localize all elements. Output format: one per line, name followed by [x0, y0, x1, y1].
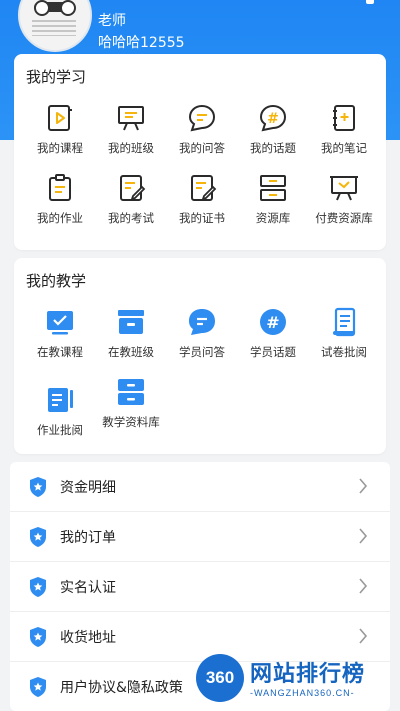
learning-item-label: 我的作业 [37, 211, 83, 225]
chevron-right-icon [359, 528, 368, 544]
learning-item-notes[interactable]: 我的笔记 [307, 102, 381, 156]
username: 哈哈哈12555 [98, 35, 185, 51]
shield-icon [30, 477, 46, 497]
teaching-title: 我的教学 [26, 272, 87, 290]
learning-item-homework[interactable]: 我的作业 [23, 172, 97, 226]
teaching-item-label: 试卷批阅 [321, 345, 367, 359]
paid-resource-icon [330, 176, 358, 201]
svg-text:#: # [266, 313, 279, 332]
teaching-item-label: 在教班级 [108, 345, 154, 359]
header-indicator-icon [366, 0, 374, 4]
learning-item-label: 付费资源库 [315, 211, 373, 225]
menu-item-verification[interactable]: 实名认证 [10, 562, 390, 612]
certificate-icon [191, 175, 217, 201]
resource-icon [260, 175, 286, 201]
learning-item-topic[interactable]: # 我的话题 [236, 102, 310, 156]
watermark-subtext: -WANGZHAN360.CN- [250, 688, 355, 698]
teaching-item-label: 在教课程 [37, 345, 83, 359]
learning-item-label: 资源库 [255, 211, 291, 225]
teaching-library-icon [118, 379, 144, 405]
menu-item-label: 我的订单 [60, 530, 116, 546]
teaching-item-label: 教学资料库 [102, 415, 160, 429]
learning-item-resource[interactable]: 资源库 [236, 172, 310, 226]
shield-icon [30, 627, 46, 647]
chevron-right-icon [359, 628, 368, 644]
teaching-item-label: 学员问答 [179, 345, 225, 359]
exam-icon [120, 175, 146, 201]
svg-text:#: # [267, 111, 279, 127]
qa-icon [188, 104, 216, 132]
teaching-item-student-topic[interactable]: # 学员话题 [236, 306, 310, 360]
student-qa-icon [189, 309, 215, 335]
learning-card: 我的学习 我的课程 我的班级 我的问答 # 我的话题 我的笔记 我的作业 我的考… [14, 54, 386, 250]
paper-review-icon [333, 307, 356, 337]
learning-item-label: 我的班级 [108, 141, 154, 155]
chevron-right-icon [359, 478, 368, 494]
site-watermark: 360 网站排行榜 -WANGZHAN360.CN- [196, 652, 400, 711]
teaching-item-paper-review[interactable]: 试卷批阅 [307, 306, 381, 360]
notes-icon [333, 105, 355, 131]
teaching-card: 我的教学 在教课程 在教班级 学员问答 # 学员话题 试卷批阅 作业批阅 教学资… [14, 258, 386, 454]
learning-item-exam[interactable]: 我的考试 [94, 172, 168, 226]
teaching-item-class[interactable]: 在教班级 [94, 306, 168, 360]
menu-item-orders[interactable]: 我的订单 [10, 512, 390, 562]
teaching-item-homework-review[interactable]: 作业批阅 [23, 384, 97, 438]
teaching-course-icon [47, 311, 73, 335]
topic-icon: # [259, 104, 287, 132]
class-icon [118, 106, 144, 131]
chevron-right-icon [359, 578, 368, 594]
teaching-item-label: 作业批阅 [37, 423, 83, 437]
menu-item-label: 收货地址 [60, 630, 116, 646]
learning-item-qa[interactable]: 我的问答 [165, 102, 239, 156]
menu-item-label: 资金明细 [60, 480, 116, 496]
menu-item-label: 用户协议&隐私政策 [60, 680, 183, 696]
homework-review-icon [48, 388, 73, 412]
menu-item-funds[interactable]: 资金明细 [10, 462, 390, 512]
learning-item-label: 我的考试 [108, 211, 154, 225]
menu-item-label: 实名认证 [60, 580, 116, 596]
student-topic-icon: # [260, 309, 286, 335]
learning-item-label: 我的笔记 [321, 141, 367, 155]
learning-item-course[interactable]: 我的课程 [23, 102, 97, 156]
learning-item-label: 我的课程 [37, 141, 83, 155]
teaching-item-student-qa[interactable]: 学员问答 [165, 306, 239, 360]
learning-title: 我的学习 [26, 68, 87, 86]
learning-item-label: 我的问答 [179, 141, 225, 155]
course-icon [48, 105, 72, 131]
learning-item-paid-resource[interactable]: 付费资源库 [307, 172, 381, 226]
homework-icon [49, 174, 71, 201]
teaching-item-course[interactable]: 在教课程 [23, 306, 97, 360]
learning-item-label: 我的话题 [250, 141, 296, 155]
shield-icon [30, 677, 46, 697]
learning-item-label: 我的证书 [179, 211, 225, 225]
teaching-item-label: 学员话题 [250, 345, 296, 359]
learning-item-class[interactable]: 我的班级 [94, 102, 168, 156]
avatar[interactable] [18, 0, 92, 52]
teaching-class-icon [118, 310, 144, 334]
teaching-item-library[interactable]: 教学资料库 [94, 376, 168, 430]
shield-icon [30, 527, 46, 547]
learning-item-certificate[interactable]: 我的证书 [165, 172, 239, 226]
watermark-badge: 360 [196, 654, 244, 702]
shield-icon [30, 577, 46, 597]
user-role: 老师 [98, 13, 126, 29]
watermark-text: 网站排行榜 [250, 662, 366, 687]
